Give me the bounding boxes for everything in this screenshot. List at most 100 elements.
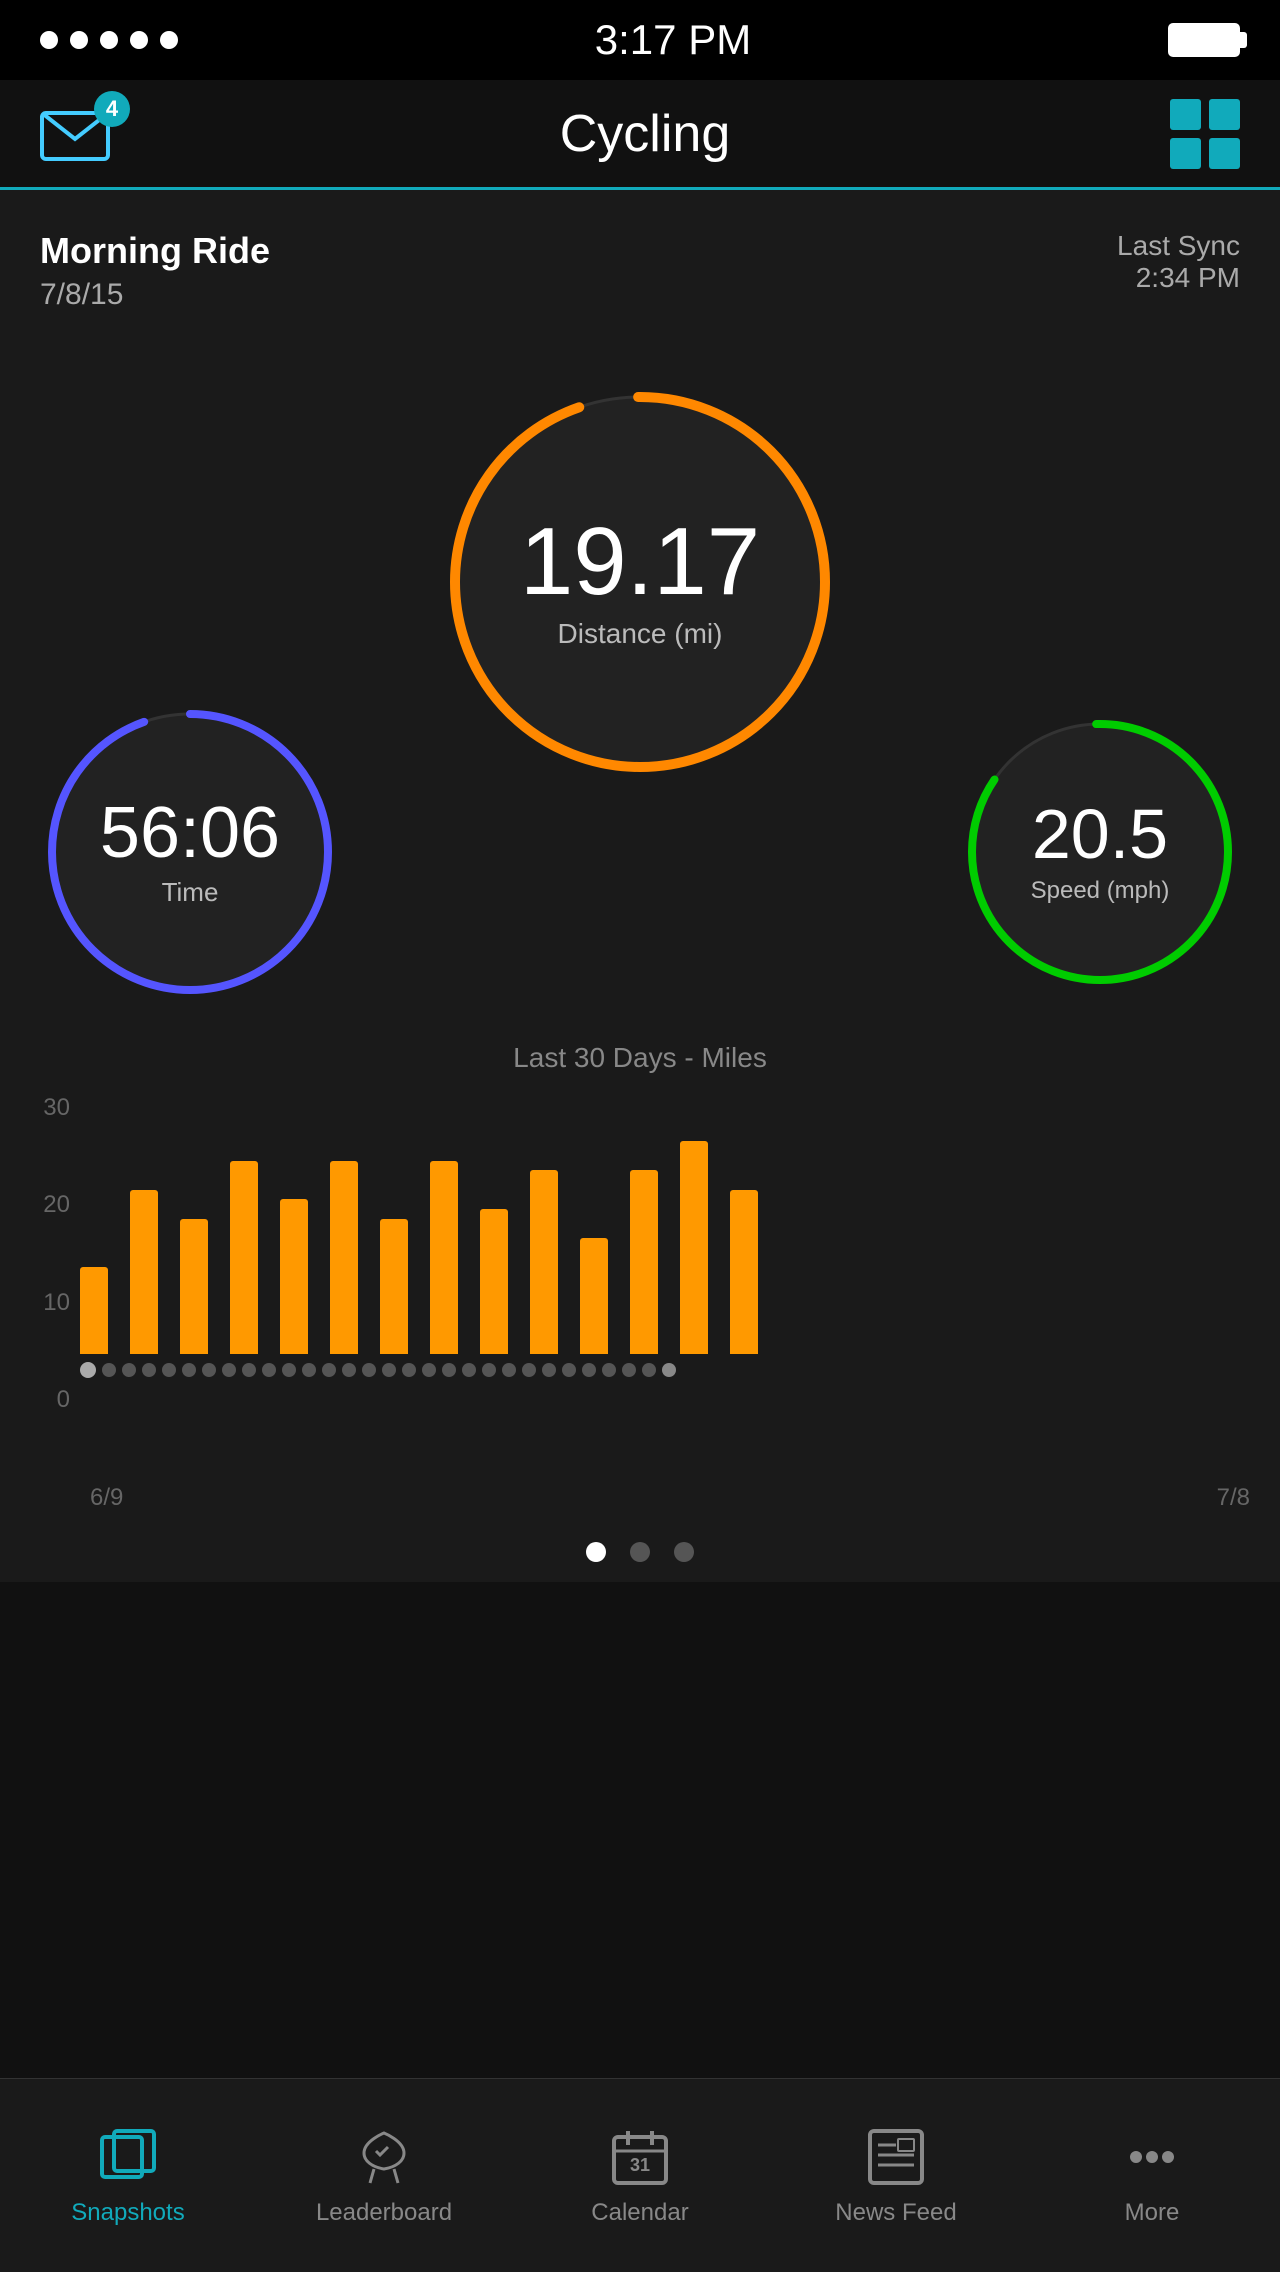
speed-label: Speed (mph) [1031, 877, 1170, 905]
timeline-dot [402, 1363, 416, 1377]
chart-bar [180, 1219, 208, 1354]
chart-bar [130, 1190, 158, 1354]
gauges-area: 19.17 Distance (mi) 56:06 Time [40, 342, 1240, 1042]
inbox-button[interactable]: 4 [40, 101, 120, 166]
speed-gauge: 20.5 Speed (mph) [960, 712, 1240, 992]
chart-container: 30 20 10 0 [20, 1094, 1260, 1474]
nav-label-leaderboard: Leaderboard [316, 2199, 452, 2227]
timeline-dot [542, 1363, 556, 1377]
timeline-dot [102, 1363, 116, 1377]
main-content: Morning Ride 7/8/15 Last Sync 2:34 PM 19… [0, 190, 1280, 1042]
chart-bars [80, 1094, 1260, 1354]
chart-bar [630, 1170, 658, 1354]
timeline-dot [462, 1363, 476, 1377]
timeline-dot [162, 1363, 176, 1377]
notification-badge: 4 [94, 91, 130, 127]
timeline-dot [242, 1363, 256, 1377]
nav-leaderboard[interactable]: Leaderboard [256, 2079, 512, 2272]
leaderboard-icon [352, 2125, 416, 2189]
signal-dot [130, 31, 148, 49]
nav-snapshots[interactable]: Snapshots [0, 2079, 256, 2272]
y-label-10: 10 [20, 1289, 70, 1317]
timeline-dot [262, 1363, 276, 1377]
calendar-icon: 31 [608, 2125, 672, 2189]
time-gauge: 56:06 Time [40, 702, 340, 1002]
nav-label-more: More [1125, 2199, 1180, 2227]
distance-label: Distance (mi) [558, 618, 723, 650]
timeline-dot [562, 1363, 576, 1377]
timeline-dot [80, 1362, 96, 1378]
ride-info: Morning Ride 7/8/15 Last Sync 2:34 PM [40, 230, 1240, 312]
grid-square [1170, 99, 1201, 130]
chart-bar [480, 1209, 508, 1354]
nav-calendar[interactable]: 31 Calendar [512, 2079, 768, 2272]
svg-text:31: 31 [630, 2155, 650, 2175]
grid-square [1170, 138, 1201, 169]
timeline-dot [522, 1363, 536, 1377]
bottom-nav: Snapshots Leaderboard 31 Calendar [0, 2078, 1280, 2272]
timeline-dot [622, 1363, 636, 1377]
y-label-30: 30 [20, 1094, 70, 1122]
nav-newsfeed[interactable]: News Feed [768, 2079, 1024, 2272]
timeline-dot [342, 1363, 356, 1377]
chart-bar [530, 1170, 558, 1354]
timeline-dot [642, 1363, 656, 1377]
grid-icon-button[interactable] [1170, 99, 1240, 169]
chart-bar [330, 1161, 358, 1354]
x-label-end: 7/8 [1217, 1484, 1250, 1512]
timeline-dot [202, 1363, 216, 1377]
app-header: 4 Cycling [0, 80, 1280, 190]
sync-info: Last Sync 2:34 PM [1117, 230, 1240, 294]
page-dot-3[interactable] [674, 1542, 694, 1562]
timeline-dot [582, 1363, 596, 1377]
timeline-dot [442, 1363, 456, 1377]
sync-label: Last Sync [1117, 230, 1240, 262]
page-dot-2[interactable] [630, 1542, 650, 1562]
timeline-dots [80, 1354, 1260, 1386]
timeline-dot [222, 1363, 236, 1377]
timeline-dot [122, 1363, 136, 1377]
nav-more[interactable]: More [1024, 2079, 1280, 2272]
timeline-dot [302, 1363, 316, 1377]
chart-bar [80, 1267, 108, 1354]
page-dot-1[interactable] [586, 1542, 606, 1562]
timeline-dot [662, 1363, 676, 1377]
timeline-dot [602, 1363, 616, 1377]
chart-bar [730, 1190, 758, 1354]
chart-title: Last 30 Days - Miles [20, 1042, 1260, 1074]
chart-bar [280, 1199, 308, 1354]
timeline-dot [322, 1363, 336, 1377]
ride-details: Morning Ride 7/8/15 [40, 230, 270, 312]
signal-dot [160, 31, 178, 49]
distance-value: 19.17 [520, 514, 760, 610]
signal-dots [40, 31, 178, 49]
y-label-0: 0 [20, 1386, 70, 1414]
chart-bar [580, 1238, 608, 1354]
page-indicators [0, 1512, 1280, 1582]
battery-icon [1168, 23, 1240, 57]
status-bar: 3:17 PM [0, 0, 1280, 80]
chart-bar [430, 1161, 458, 1354]
ride-name: Morning Ride [40, 230, 270, 272]
speed-value: 20.5 [1032, 799, 1168, 869]
timeline-dot [502, 1363, 516, 1377]
snapshots-icon [96, 2125, 160, 2189]
status-time: 3:17 PM [595, 16, 751, 64]
timeline-dot [182, 1363, 196, 1377]
time-label: Time [162, 877, 219, 908]
signal-dot [40, 31, 58, 49]
chart-y-labels: 30 20 10 0 [20, 1094, 70, 1474]
ride-date: 7/8/15 [40, 278, 270, 312]
y-label-20: 20 [20, 1191, 70, 1219]
chart-x-axis: 6/9 7/8 [80, 1484, 1260, 1512]
more-icon [1120, 2125, 1184, 2189]
signal-dot [70, 31, 88, 49]
chart-bar [230, 1161, 258, 1354]
time-value: 56:06 [100, 797, 280, 869]
sync-time: 2:34 PM [1117, 262, 1240, 294]
timeline-dot [362, 1363, 376, 1377]
grid-square [1209, 99, 1240, 130]
distance-gauge: 19.17 Distance (mi) [440, 382, 840, 782]
chart-bar [680, 1141, 708, 1354]
grid-square [1209, 138, 1240, 169]
